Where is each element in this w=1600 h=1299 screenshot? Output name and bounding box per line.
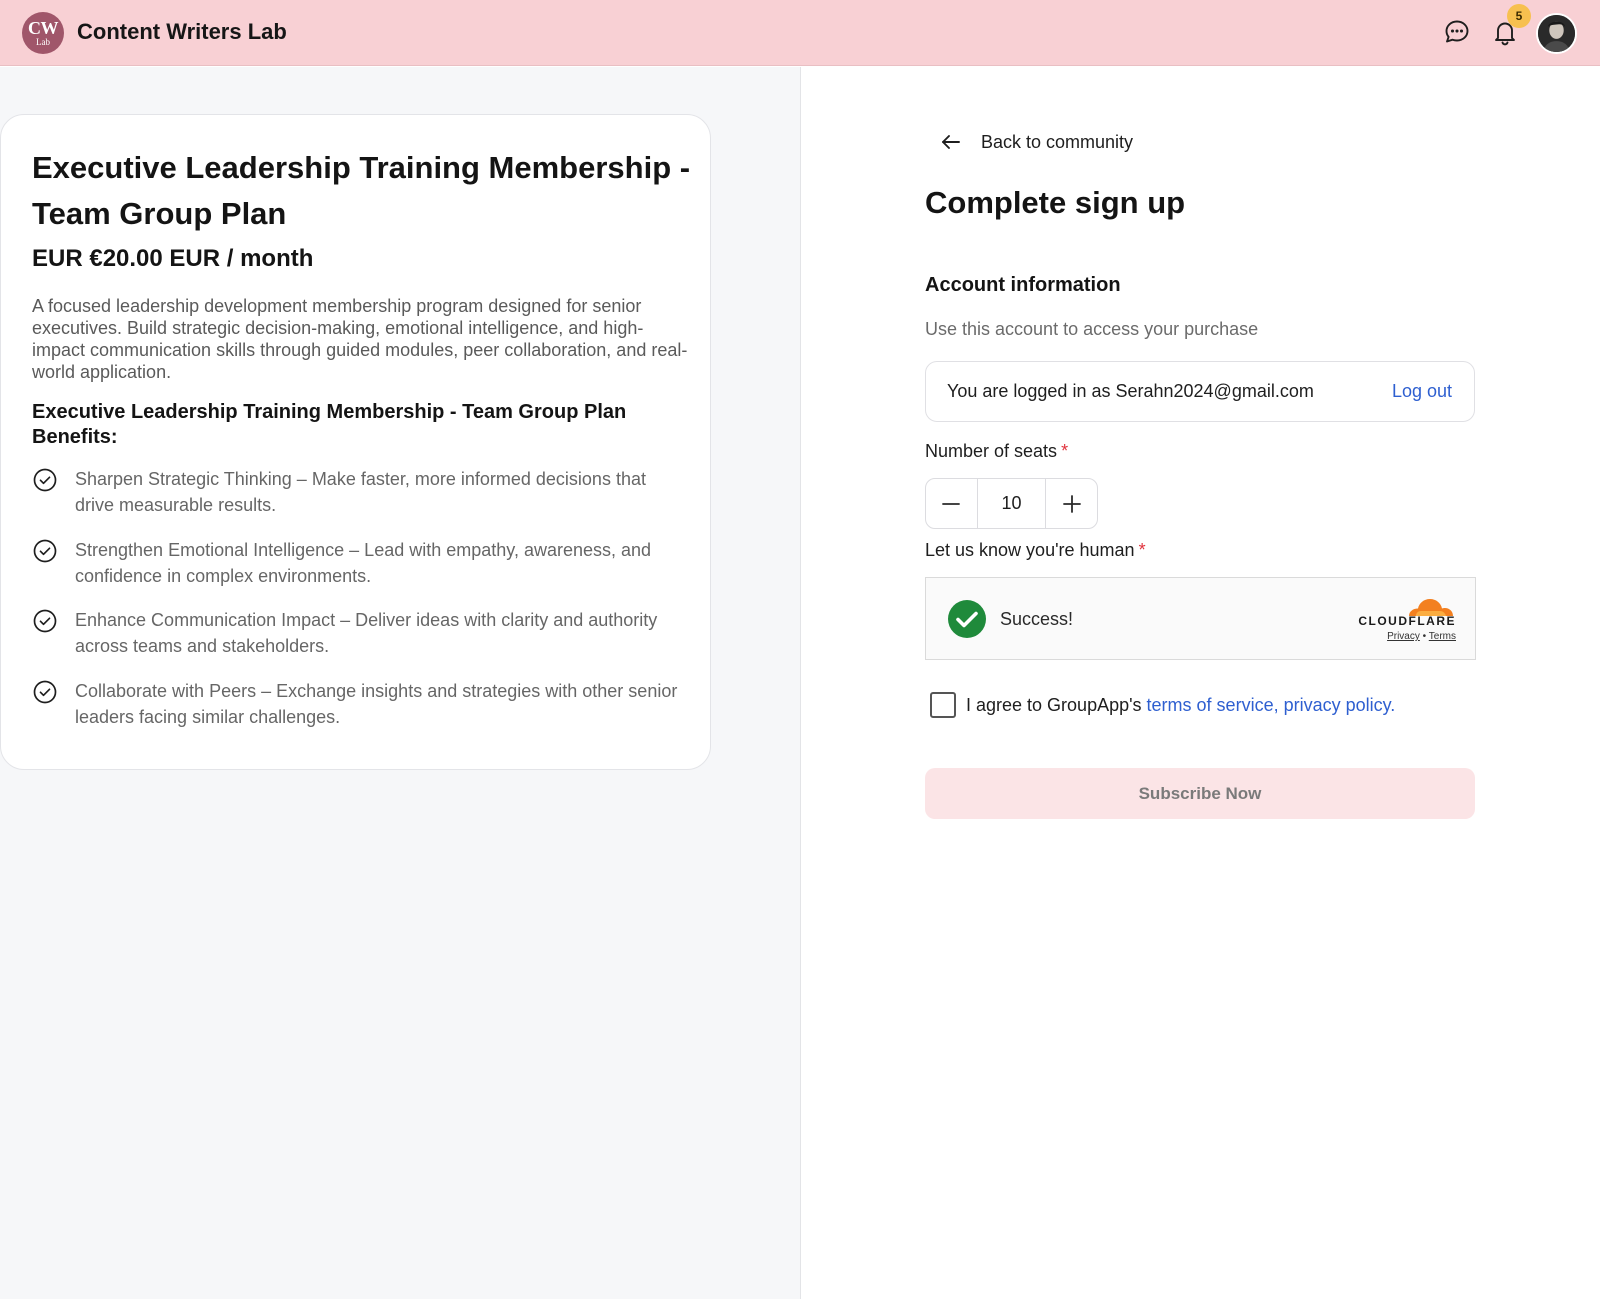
benefit-text: Strengthen Emotional Intelligence – Lead… (75, 540, 652, 586)
benefit-item: Collaborate with Peers – Exchange insigh… (32, 678, 692, 734)
check-circle-icon (32, 538, 58, 564)
seats-value[interactable]: 10 (976, 479, 1047, 528)
back-link-label: Back to community (981, 131, 1134, 152)
community-title[interactable]: Content Writers Lab (77, 19, 287, 45)
benefits-title: Executive Leadership Training Membership… (32, 401, 627, 448)
back-to-community-link[interactable]: Back to community (939, 127, 1133, 157)
logo-text: CW (28, 18, 59, 38)
required-mark: * (1061, 441, 1069, 461)
check-circle-icon (32, 467, 58, 493)
terms-agreement-text: I agree to GroupApp's (966, 694, 1142, 715)
logout-link[interactable]: Log out (1392, 381, 1452, 402)
captcha-terms-link[interactable]: Terms (1429, 631, 1456, 642)
captcha-link-separator: • (1422, 631, 1427, 642)
required-mark: * (1138, 540, 1146, 560)
terms-privacy-link[interactable]: terms of service, privacy policy. (1147, 695, 1396, 716)
captcha-privacy-link[interactable]: Privacy (1387, 631, 1420, 642)
benefit-item: Strengthen Emotional Intelligence – Lead… (32, 537, 692, 593)
plan-description: A focused leadership development members… (32, 296, 688, 382)
top-bar: CW Lab Content Writers Lab 5 (0, 0, 1600, 66)
seats-stepper: 10 (925, 478, 1098, 529)
benefit-item: Enhance Communication Impact – Deliver i… (32, 607, 692, 663)
plan-panel: Executive Leadership Training Membership… (0, 67, 801, 1299)
benefit-text: Enhance Communication Impact – Deliver i… (75, 610, 658, 656)
plan-price: EUR €20.00 EUR / month (32, 245, 314, 272)
signup-panel: Back to community Complete sign up Accou… (802, 67, 1600, 1299)
cloudflare-wordmark: CLOUDFLARE (1358, 614, 1456, 628)
plan-card: Executive Leadership Training Membership… (0, 114, 711, 770)
account-section-title: Account information (925, 274, 1121, 296)
avatar[interactable] (1536, 13, 1577, 54)
decrement-button[interactable] (926, 479, 977, 528)
captcha-links: Privacy • Terms (1387, 631, 1456, 642)
human-check-label-text: Let us know you're human (925, 540, 1135, 560)
increment-button[interactable] (1046, 479, 1097, 528)
subscribe-button[interactable]: Subscribe Now (925, 768, 1475, 819)
human-check-label: Let us know you're human * (925, 540, 1146, 561)
terms-checkbox[interactable] (930, 692, 956, 718)
logged-in-text: You are logged in as Serahn2024@gmail.co… (947, 381, 1314, 401)
check-circle-icon (32, 608, 58, 634)
plan-title: Executive Leadership Training Membership… (32, 150, 691, 231)
notification-badge: 5 (1507, 4, 1531, 28)
success-check-icon (947, 599, 987, 639)
cloudflare-captcha[interactable]: Success! CLOUDFLARE Privacy • Terms (925, 577, 1476, 660)
check-circle-icon (32, 679, 58, 705)
logged-in-box: You are logged in as Serahn2024@gmail.co… (925, 361, 1475, 422)
community-logo[interactable]: CW Lab (22, 12, 64, 54)
benefit-text: Sharpen Strategic Thinking – Make faster… (75, 469, 646, 515)
chat-bubble-icon[interactable] (1442, 17, 1472, 47)
seats-label-text: Number of seats (925, 441, 1058, 461)
captcha-status: Success! (1000, 609, 1074, 629)
arrow-left-icon (939, 130, 963, 154)
page-title: Complete sign up (925, 185, 1186, 220)
seats-label: Number of seats * (925, 441, 1068, 462)
logo-subtext: Lab (36, 37, 50, 47)
benefit-text: Collaborate with Peers – Exchange insigh… (75, 681, 678, 727)
account-section-subtitle: Use this account to access your purchase (925, 319, 1259, 339)
terms-agreement-row: I agree to GroupApp's terms of service, … (930, 690, 1395, 720)
benefit-item: Sharpen Strategic Thinking – Make faster… (32, 466, 692, 522)
